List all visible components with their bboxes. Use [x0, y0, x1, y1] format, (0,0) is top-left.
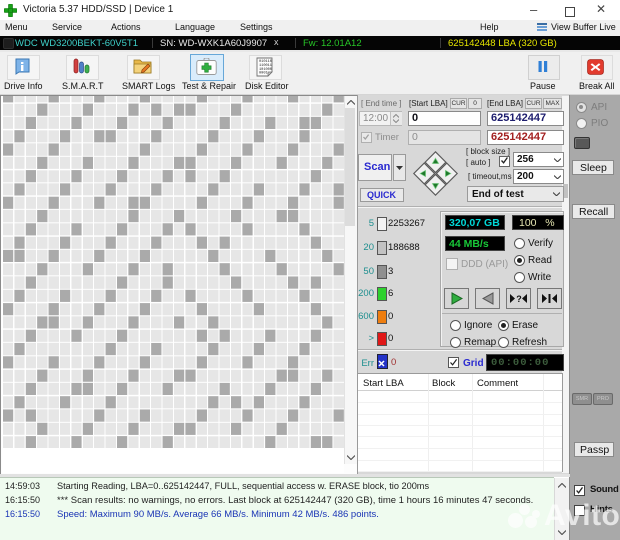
svg-text:?: ?	[516, 294, 522, 304]
svg-text:0001: 0001	[259, 72, 268, 76]
